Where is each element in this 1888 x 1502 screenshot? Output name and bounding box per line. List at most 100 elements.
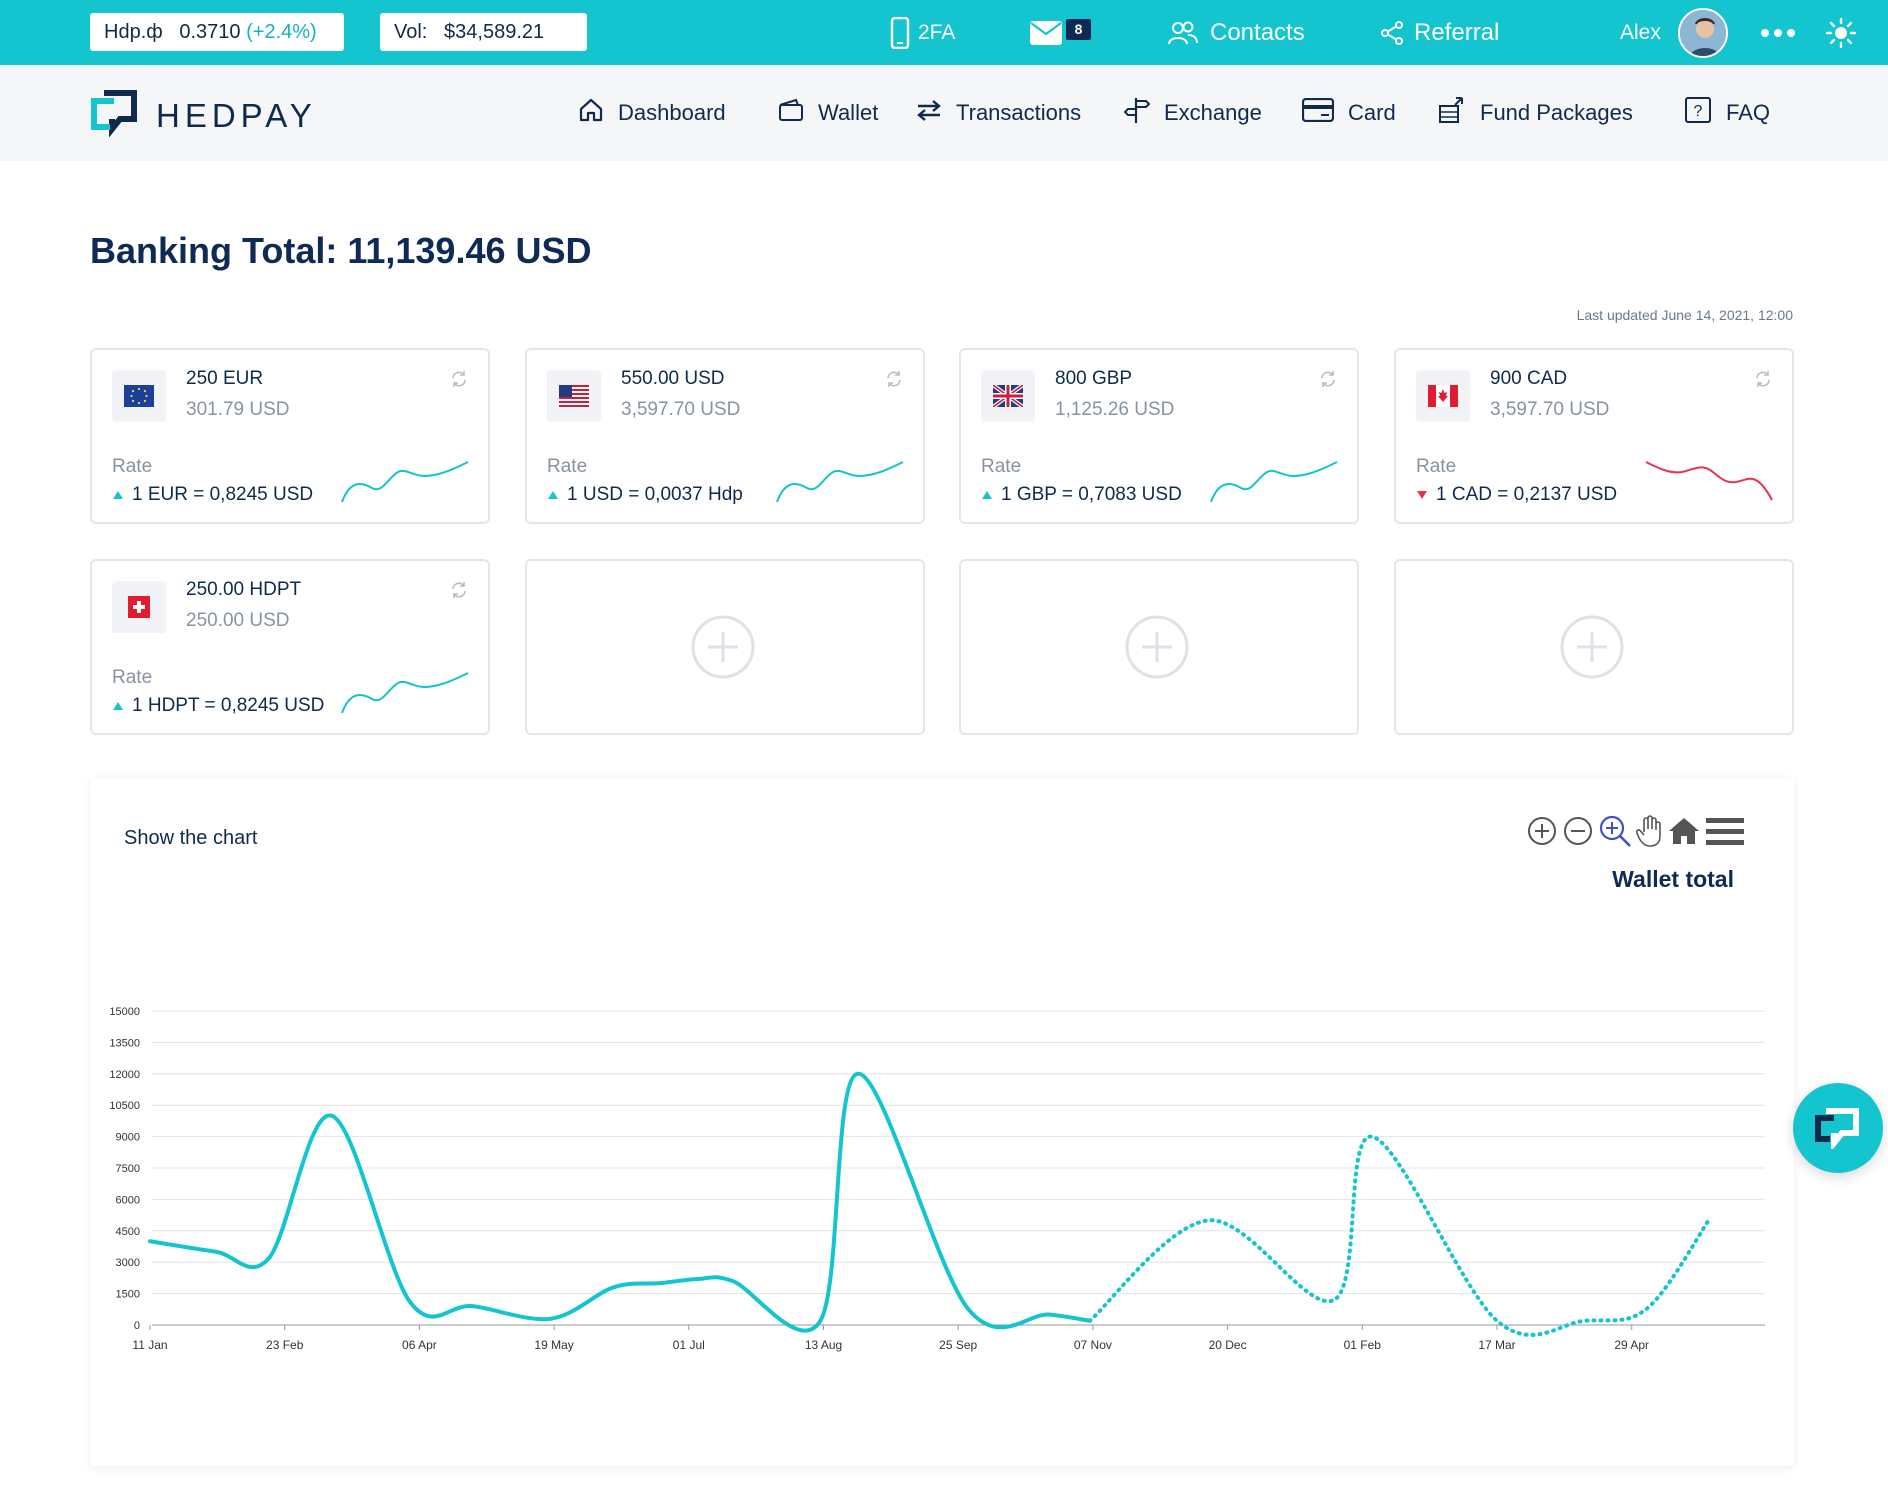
add-currency-card[interactable]: [959, 559, 1359, 735]
x-tick-label: 17 Mar: [1478, 1338, 1515, 1352]
zoom-in-icon[interactable]: [1526, 815, 1558, 852]
main-navbar: HEDPAY Dashboard Wallet Transactions Exc…: [0, 65, 1888, 161]
top-bar: Hdp.ф 0.3710 (+2.4%) Vol: $34,589.21 2FA…: [0, 0, 1888, 65]
trend-up-icon: [113, 491, 123, 499]
wallet-chart-panel: 0 1500 3000 4500 6000 7500 9000 10500 12000 13500…: [90, 778, 1794, 1466]
ticker-pill[interactable]: Hdp.ф 0.3710 (+2.4%): [90, 13, 344, 51]
nav-fund-packages[interactable]: Fund Packages: [1438, 65, 1633, 161]
twofa-button[interactable]: 2FA: [890, 0, 955, 65]
nav-card[interactable]: Card: [1301, 65, 1396, 161]
currency-card-eur[interactable]: 250 EUR 301.79 USD Rate 1 EUR = 0,8245 U…: [90, 348, 490, 524]
contacts-link[interactable]: Contacts: [1168, 0, 1305, 65]
refresh-icon[interactable]: [1319, 370, 1337, 393]
trend-up-icon: [982, 491, 992, 499]
wallet-icon: [778, 97, 818, 129]
currency-card-hdpt[interactable]: 250.00 HDPT 250.00 USD Rate 1 HDPT = 0,8…: [90, 559, 490, 735]
packages-icon: [1438, 96, 1480, 130]
contacts-label: Contacts: [1210, 18, 1305, 46]
credit-card-icon: [1301, 97, 1348, 128]
refresh-icon[interactable]: [1754, 370, 1772, 393]
rate-sparkline: [1645, 461, 1773, 501]
volume-pill[interactable]: Vol: $34,589.21: [380, 13, 587, 51]
nav-label: Exchange: [1164, 100, 1262, 125]
x-tick-label: 06 Apr: [402, 1338, 437, 1352]
eu-flag-icon: [112, 370, 166, 422]
y-tick-label: 1500: [116, 1289, 140, 1301]
card-usd-value: 250.00 USD: [186, 610, 290, 631]
zoom-out-icon[interactable]: [1562, 815, 1594, 852]
brand-name: HEDPAY: [156, 96, 317, 134]
question-icon: ?: [1684, 96, 1726, 130]
chat-bubble-icon: [1815, 1108, 1859, 1149]
nav-wallet[interactable]: Wallet: [778, 65, 878, 161]
trend-up-icon: [548, 491, 558, 499]
referral-label: Referral: [1414, 18, 1500, 46]
chart-toolbar: [1526, 814, 1744, 853]
currency-card-cad[interactable]: 900 CAD 3,597.70 USD Rate 1 CAD = 0,2137…: [1394, 348, 1794, 524]
volume-value: $34,589.21: [444, 21, 545, 43]
nav-faq[interactable]: ? FAQ: [1684, 65, 1770, 161]
add-currency-card[interactable]: [1394, 559, 1794, 735]
y-tick-label: 3000: [116, 1257, 140, 1269]
rate-sparkline: [776, 461, 904, 503]
chart-menu-icon[interactable]: [1706, 816, 1744, 851]
currency-card-usd[interactable]: 550.00 USD 3,597.70 USD Rate 1 USD = 0,0…: [525, 348, 925, 524]
rate-value-row: 1 GBP = 0,7083 USD: [981, 484, 1182, 506]
y-tick-label: 13500: [109, 1037, 140, 1049]
signpost-icon: [1123, 96, 1164, 130]
x-tick-label: 07 Nov: [1074, 1338, 1112, 1352]
messages-button[interactable]: [1030, 0, 1062, 65]
y-tick-label: 12000: [109, 1069, 140, 1081]
x-tick-label: 25 Sep: [939, 1338, 977, 1352]
rate-value-row: 1 USD = 0,0037 Hdp: [547, 484, 743, 506]
card-amount: 250.00 HDPT: [186, 579, 302, 600]
rate-value: 1 EUR = 0,8245 USD: [132, 484, 314, 505]
more-options-icon[interactable]: [1760, 0, 1796, 65]
avatar[interactable]: [1678, 8, 1728, 58]
add-currency-card[interactable]: [525, 559, 925, 735]
plus-circle-icon: [1560, 615, 1624, 679]
ticker-change: (+2.4%): [246, 21, 317, 43]
card-usd-value: 301.79 USD: [186, 399, 290, 420]
ticker-price: 0.3710: [179, 21, 241, 43]
forecast-series-line: [1087, 1134, 1713, 1337]
username[interactable]: Alex: [1620, 0, 1661, 65]
nav-label: FAQ: [1726, 100, 1771, 125]
rate-sparkline: [1210, 461, 1338, 503]
twofa-label: 2FA: [918, 20, 956, 44]
y-tick-label: 7500: [116, 1163, 140, 1175]
rate-value: 1 GBP = 0,7083 USD: [1001, 484, 1182, 505]
ticker-label: Hdp.ф: [104, 21, 163, 43]
wallet-total-chart[interactable]: 0 1500 3000 4500 6000 7500 9000 10500 12000 13500…: [90, 778, 1794, 1466]
reset-home-icon[interactable]: [1668, 816, 1700, 851]
refresh-icon[interactable]: [450, 370, 468, 393]
show-chart-toggle[interactable]: Show the chart: [124, 827, 257, 850]
card-amount: 800 GBP: [1055, 368, 1133, 389]
card-usd-value: 3,597.70 USD: [1490, 399, 1610, 420]
referral-link[interactable]: Referral: [1380, 0, 1499, 65]
nav-transactions[interactable]: Transactions: [916, 65, 1081, 161]
y-tick-label: 15000: [109, 1006, 140, 1018]
y-tick-label: 10500: [109, 1100, 140, 1112]
hedpay-logo-icon: [90, 89, 146, 142]
y-tick-label: 0: [134, 1320, 140, 1332]
x-tick-label: 13 Aug: [805, 1338, 842, 1352]
x-tick-label: 01 Feb: [1344, 1338, 1382, 1352]
chat-support-button[interactable]: [1793, 1083, 1883, 1173]
nav-label: Dashboard: [618, 100, 726, 125]
last-updated: Last updated June 14, 2021, 12:00: [1576, 307, 1793, 323]
rate-value: 1 USD = 0,0037 Hdp: [567, 484, 743, 505]
refresh-icon[interactable]: [885, 370, 903, 393]
nav-exchange[interactable]: Exchange: [1123, 65, 1262, 161]
rate-value: 1 HDPT = 0,8245 USD: [132, 695, 325, 716]
nav-dashboard[interactable]: Dashboard: [578, 65, 726, 161]
hedpay-logo[interactable]: HEDPAY: [90, 89, 317, 142]
pan-hand-icon[interactable]: [1635, 814, 1664, 853]
currency-card-gbp[interactable]: 800 GBP 1,125.26 USD Rate 1 GBP = 0,7083…: [959, 348, 1359, 524]
selection-zoom-icon[interactable]: [1598, 814, 1632, 853]
swiss-flag-icon: [112, 581, 166, 633]
card-usd-value: 3,597.70 USD: [621, 399, 741, 420]
sun-theme-icon[interactable]: [1826, 0, 1856, 65]
refresh-icon[interactable]: [450, 581, 468, 604]
share-icon: [1380, 20, 1404, 45]
